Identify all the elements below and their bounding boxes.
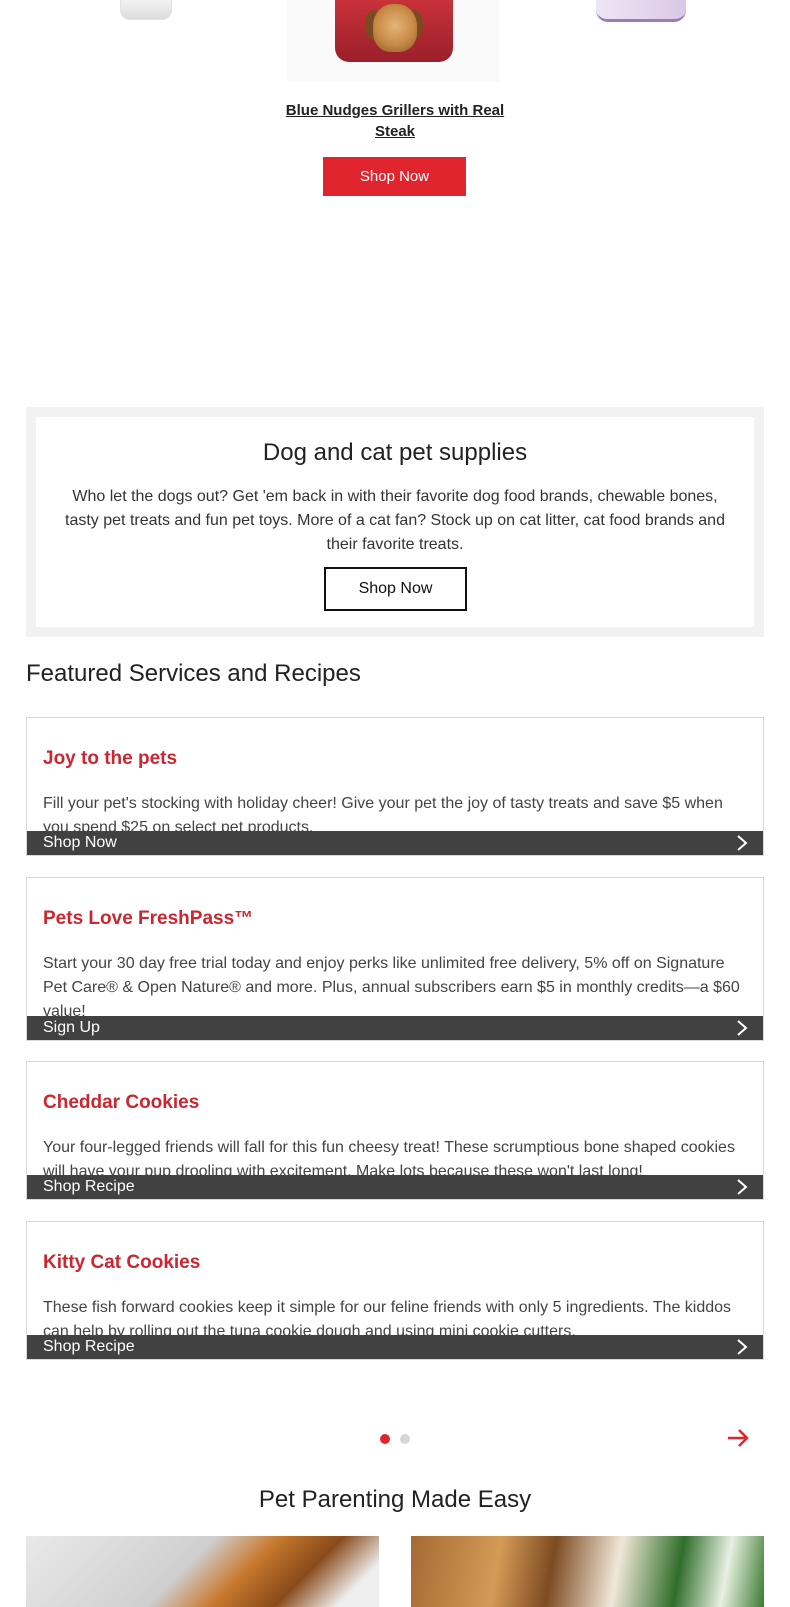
chevron-right-icon [737, 1020, 748, 1036]
card-cta-label: Sign Up [43, 1019, 100, 1036]
card-title: Cheddar Cookies [43, 1092, 200, 1113]
chevron-right-icon [737, 835, 748, 851]
dog-photo [373, 4, 417, 52]
carousel-dot-active[interactable] [380, 1434, 390, 1444]
card-cta-label: Shop Now [43, 834, 117, 851]
feature-card: Pets Love FreshPass™ Start your 30 day f… [26, 877, 764, 1041]
parenting-image-pet[interactable] [26, 1536, 379, 1607]
shop-now-button[interactable]: Shop Now [323, 157, 466, 196]
parenting-image-plant[interactable] [411, 1536, 764, 1607]
carousel-dot[interactable] [400, 1434, 410, 1444]
card-cta-label: Shop Recipe [43, 1178, 135, 1195]
dog-treat-bag-image [335, 0, 453, 62]
pet-supplies-banner: Dog and cat pet supplies Who let the dog… [26, 407, 764, 637]
card-cta-bar[interactable]: Shop Recipe [27, 1335, 763, 1359]
chevron-right-icon [737, 1339, 748, 1355]
pet-supplies-content: Dog and cat pet supplies Who let the dog… [36, 417, 754, 627]
top-product-carousel: Blue Nudges Grillers with Real Steak Sho… [0, 0, 790, 210]
card-cta-bar[interactable]: Shop Recipe [27, 1175, 763, 1199]
card-cta-bar[interactable]: Sign Up [27, 1016, 763, 1040]
product-image-center[interactable] [287, 0, 499, 82]
card-title: Joy to the pets [43, 748, 178, 769]
product-image-right[interactable] [596, 0, 686, 22]
arrow-right-icon[interactable] [726, 1426, 750, 1450]
pet-supplies-title: Dog and cat pet supplies [262, 439, 528, 466]
featured-heading: Featured Services and Recipes [26, 660, 361, 687]
pet-supplies-description: Who let the dogs out? Get 'em back in wi… [65, 488, 725, 553]
card-title: Pets Love FreshPass™ [43, 908, 254, 929]
parenting-heading: Pet Parenting Made Easy [258, 1486, 532, 1513]
feature-card: Cheddar Cookies Your four-legged friends… [26, 1061, 764, 1200]
card-cta-bar[interactable]: Shop Now [27, 831, 763, 855]
card-description: Start your 30 day free trial today and e… [43, 955, 740, 1020]
card-cta-label: Shop Recipe [43, 1338, 135, 1355]
product-image-left[interactable] [120, 0, 172, 20]
feature-card: Joy to the pets Fill your pet's stocking… [26, 717, 764, 856]
product-title-link[interactable]: Blue Nudges Grillers with Real Steak [270, 100, 520, 142]
chevron-right-icon [737, 1179, 748, 1195]
feature-card: Kitty Cat Cookies These fish forward coo… [26, 1221, 764, 1360]
pet-supplies-shop-now-button[interactable]: Shop Now [324, 567, 467, 611]
card-title: Kitty Cat Cookies [43, 1252, 201, 1273]
